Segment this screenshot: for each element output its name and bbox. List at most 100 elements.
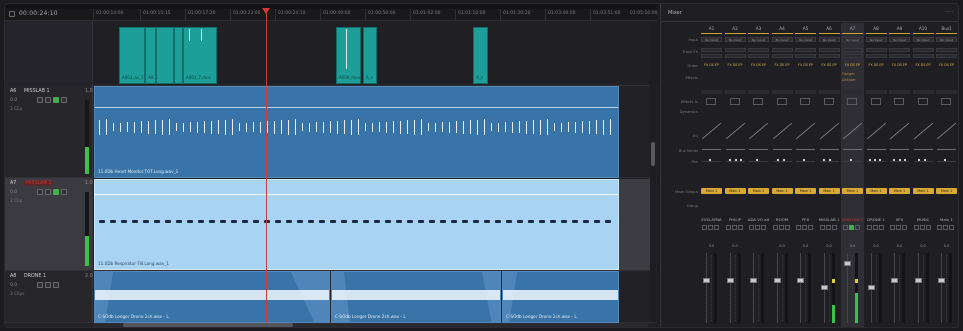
mute-icon[interactable] (714, 225, 719, 230)
mute-icon[interactable] (902, 225, 907, 230)
record-icon[interactable] (819, 225, 825, 230)
track-fx-slot[interactable] (818, 54, 840, 58)
order-label[interactable]: FX DS EP (936, 63, 957, 68)
input-select[interactable]: No Input (912, 37, 934, 42)
track-fx-slot[interactable] (771, 48, 793, 52)
input-select[interactable]: No Input (701, 37, 722, 42)
track-fx-slot[interactable] (936, 48, 957, 52)
audio-track-header[interactable]: A8 DRONE 1 2.0 0.0 3 Clips (5, 271, 93, 322)
channel-name[interactable]: ROOM (771, 217, 794, 222)
pan-dot[interactable] (782, 159, 785, 161)
dynamics-indicator[interactable] (818, 90, 840, 94)
scrollbar-thumb[interactable] (651, 142, 655, 166)
input-select[interactable]: No Input (795, 37, 816, 42)
solo-icon[interactable] (53, 189, 59, 195)
audio-track-header[interactable]: A7 MISSLAB 2 1.0 0.0 1 Clip (5, 178, 93, 270)
pan-dot[interactable] (850, 159, 852, 161)
record-icon[interactable] (772, 225, 778, 230)
order-label[interactable]: FX DS EP (772, 63, 793, 68)
video-track-header[interactable] (5, 21, 93, 86)
channel-name[interactable]: PHILIP (724, 217, 747, 222)
main-output-button[interactable]: Main 1 (818, 188, 840, 194)
pan-dot[interactable] (904, 159, 906, 161)
mute-icon[interactable] (53, 282, 59, 288)
dynamics-indicator[interactable] (795, 90, 816, 94)
dynamics-indicator[interactable] (865, 90, 887, 94)
track-fx-slot[interactable] (842, 48, 863, 52)
channel-name[interactable]: DRONE 1 (865, 217, 888, 222)
dynamics-indicator[interactable] (724, 90, 746, 94)
pan-dot[interactable] (739, 159, 742, 161)
eq-button[interactable] (823, 98, 834, 105)
pan-dot[interactable] (878, 159, 881, 161)
eq-button[interactable] (706, 98, 716, 105)
order-label[interactable]: FX DS EP (725, 63, 746, 68)
eq-curve[interactable] (890, 123, 909, 139)
solo-icon[interactable] (849, 225, 854, 230)
channel-name[interactable]: PFX (794, 217, 817, 222)
pan-dot[interactable] (734, 159, 737, 161)
video-clip[interactable] (156, 27, 174, 84)
volume-fader[interactable] (938, 278, 945, 283)
input-select[interactable]: No Input (748, 37, 769, 42)
volume-fader[interactable] (844, 261, 851, 266)
audio-clip[interactable]: C-SOdb Longer Drone 2ch.wav - L (502, 271, 619, 323)
volume-fader[interactable] (773, 278, 781, 283)
solo-icon[interactable] (778, 225, 784, 230)
track-name[interactable]: DRONE 1 (24, 274, 46, 279)
mute-icon[interactable] (737, 225, 743, 230)
track-fx-slot[interactable] (842, 54, 863, 58)
main-output-button[interactable]: Main 1 (865, 188, 887, 194)
playhead[interactable] (266, 9, 267, 327)
eq-button[interactable] (729, 98, 740, 105)
track-fx-slot[interactable] (795, 54, 816, 58)
main-output-button[interactable]: Main 1 (936, 188, 957, 194)
input-select[interactable]: No Input (771, 37, 793, 42)
track-volume[interactable]: 0.0 (10, 283, 17, 288)
order-label[interactable]: FX DS EP (842, 63, 863, 68)
timeline-ruler[interactable]: 00:00:24:10 01:00:14:00 01:00:15:15 01:0… (5, 9, 657, 21)
volume-fader[interactable] (797, 278, 804, 283)
effect-slot[interactable]: DeEsser (842, 78, 856, 82)
mute-icon[interactable] (61, 189, 67, 195)
dynamics-indicator[interactable] (889, 90, 910, 94)
track-fx-slot[interactable] (724, 54, 746, 58)
mute-icon[interactable] (831, 225, 837, 230)
input-select[interactable]: No Input (865, 37, 887, 42)
record-icon[interactable] (913, 225, 919, 230)
eq-curve[interactable] (796, 123, 815, 139)
track-fx-slot[interactable] (748, 54, 769, 58)
track-fx-slot[interactable] (912, 48, 934, 52)
track-name[interactable]: MISSLAB 2 (24, 181, 54, 186)
pan-dot[interactable] (803, 159, 805, 161)
track-fx-slot[interactable] (701, 54, 722, 58)
track-volume[interactable]: 0.0 (10, 98, 17, 103)
pan-dot[interactable] (828, 159, 831, 161)
order-label[interactable]: FX DS EP (819, 63, 840, 68)
volume-fader[interactable] (820, 285, 828, 290)
channel-name[interactable]: MUSIC (912, 217, 935, 222)
pan-dot[interactable] (756, 159, 758, 161)
pan-dot[interactable] (944, 159, 946, 161)
volume-fader[interactable] (891, 278, 898, 283)
track-volume[interactable]: 0.0 (10, 190, 17, 195)
track-fx-slot[interactable] (889, 54, 910, 58)
audio-clip[interactable]: 11.0Db Respiratur Fill.Long.wav_1 (94, 179, 619, 270)
channel-name[interactable]: SFX (888, 217, 911, 222)
playhead-handle[interactable] (262, 8, 270, 14)
audio-track-header[interactable]: A6 MISSLAB 1 1.0 0.0 1 Clip (5, 86, 93, 177)
order-label[interactable]: FX DS EP (889, 63, 910, 68)
main-output-button[interactable]: Main 1 (701, 188, 722, 194)
eq-curve[interactable] (937, 123, 956, 139)
record-icon[interactable] (45, 97, 51, 103)
input-select[interactable]: No Input (818, 37, 840, 42)
channel-name[interactable]: ADA VO alt (747, 217, 770, 222)
solo-icon[interactable] (802, 225, 807, 230)
timecode-icon[interactable] (9, 11, 15, 17)
audio-clip[interactable]: 11.0Db Heart Monitor.TOT.Long.wav_1 (94, 86, 619, 178)
volume-fader[interactable] (750, 278, 757, 283)
solo-icon[interactable] (896, 225, 901, 230)
track-fx-slot[interactable] (936, 54, 957, 58)
pan-dot[interactable] (868, 159, 871, 161)
volume-fader[interactable] (703, 278, 710, 283)
